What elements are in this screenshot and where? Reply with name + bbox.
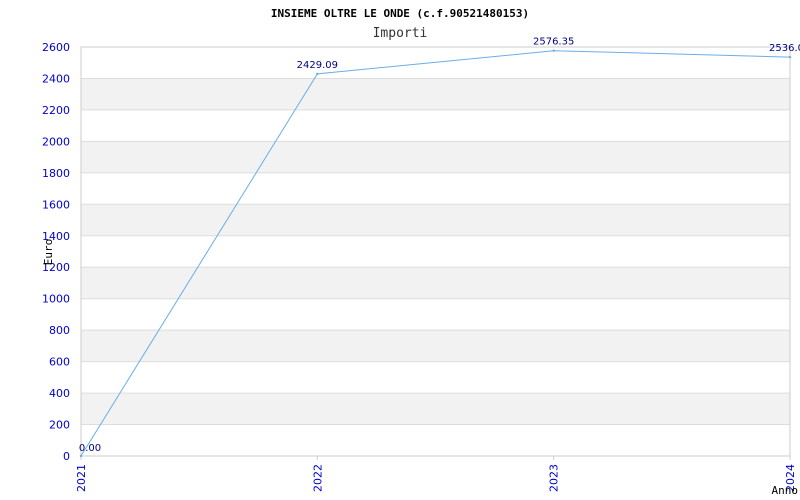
grid-band (81, 267, 790, 299)
data-label: 2576.35 (533, 37, 574, 48)
grid-band (81, 330, 790, 362)
y-tick-label: 2600 (42, 41, 70, 54)
data-label: 2536.0 (769, 43, 800, 54)
x-axis-title: Anno (772, 484, 799, 497)
y-tick-label: 2200 (42, 104, 70, 117)
chart-subtitle: Importi (373, 26, 428, 41)
y-tick-label: 1600 (42, 198, 70, 211)
data-point (316, 72, 319, 76)
background-bands (81, 78, 790, 425)
grid-band (81, 204, 790, 236)
chart-title: INSIEME OLTRE LE ONDE (c.f.90521480153) (271, 7, 529, 20)
line-chart: 0200400600800100012001400160018002000220… (42, 7, 800, 497)
data-point (788, 55, 792, 59)
x-axis-ticks: 2021 2022 2023 2024 (75, 456, 797, 492)
x-tick-label: 2022 (311, 464, 324, 492)
y-tick-label: 1800 (42, 167, 70, 180)
grid-band (81, 78, 790, 110)
y-tick-label: 1000 (42, 293, 70, 306)
y-tick-label: 800 (49, 324, 70, 337)
data-point (552, 49, 555, 52)
data-label: 0.00 (79, 443, 101, 454)
y-tick-label: 200 (49, 419, 70, 432)
x-tick-label: 2023 (548, 464, 561, 492)
data-point (79, 454, 83, 458)
y-tick-label: 0 (63, 450, 70, 463)
y-tick-label: 2000 (42, 135, 70, 148)
y-tick-label: 400 (49, 387, 70, 400)
data-label: 2429.09 (297, 60, 338, 71)
y-tick-label: 600 (49, 356, 70, 369)
y-axis-title: Euro (42, 239, 55, 266)
y-tick-label: 2400 (42, 72, 70, 85)
x-tick-label: 2021 (75, 464, 88, 492)
grid-band (81, 393, 790, 425)
grid-band (81, 141, 790, 173)
